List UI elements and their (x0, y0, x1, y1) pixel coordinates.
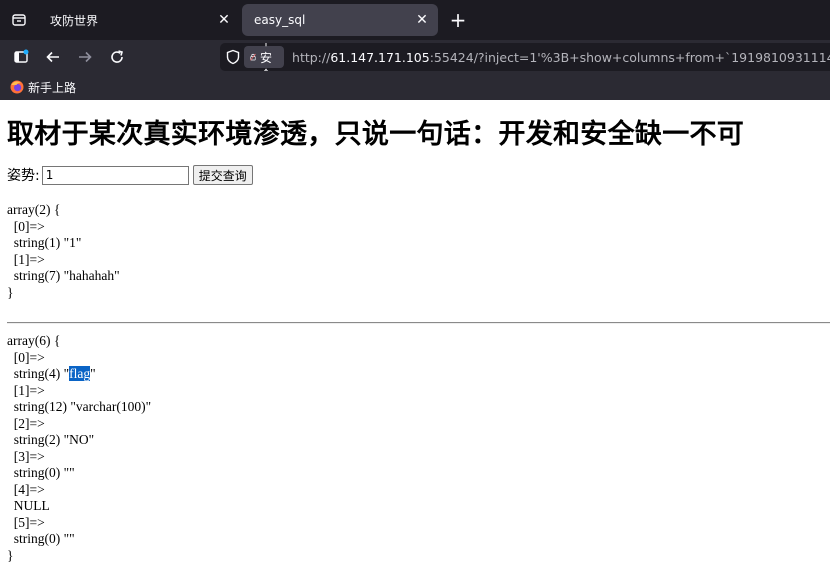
tab-list-button[interactable] (6, 7, 32, 33)
url-text[interactable]: http://61.147.171.105:55424/?inject=1'%3… (292, 50, 830, 65)
arrow-right-icon (79, 51, 92, 63)
dump-line: [1]=> (7, 382, 45, 398)
dump-line: string(12) "varchar(100)" (7, 399, 152, 414)
dump-line: [2]=> (7, 415, 45, 431)
dump-line: [0]=> (7, 349, 45, 365)
arrow-left-icon (46, 51, 59, 63)
url-host: 61.147.171.105 (330, 49, 430, 65)
dump-line: [0]=> (7, 218, 45, 234)
dump-line: string(0) "" (7, 531, 75, 546)
url-path: :55424/?inject=1'%3B+show+columns+from+`… (429, 49, 830, 65)
var-dump-result-1: array(2) { [0]=> string(1) "1" [1]=> str… (7, 202, 120, 301)
form-label: 姿势: (7, 168, 40, 184)
dump-line: string(1) "1" (7, 235, 82, 250)
insecure-lock-icon (250, 53, 256, 61)
page-content: 取材于某次真实环境渗透，只说一句话：开发和安全缺一不可 姿势: 提交查询 arr… (0, 100, 830, 576)
reload-icon (111, 50, 123, 63)
navigation-bar: 不安全 http://61.147.171.105:55424/?inject=… (0, 40, 830, 74)
close-tab-icon[interactable]: ✕ (214, 10, 234, 30)
tab-inactive[interactable]: 攻防世界 ✕ (38, 4, 240, 36)
url-prefix: http:// (292, 49, 331, 65)
selected-text-flag[interactable]: flag (69, 366, 91, 381)
dump-line: array(2) { (7, 202, 61, 217)
tab-active[interactable]: easy_sql ✕ (242, 4, 438, 36)
var-dump-result-2: array(6) { [0]=> string(4) "flag" [1]=> … (7, 333, 151, 564)
tab-title: 攻防世界 (50, 13, 99, 28)
dump-line: [1]=> (7, 251, 45, 267)
bookmark-getting-started[interactable]: 新手上路 (10, 78, 76, 96)
dump-line: string(7) "hahahah" (7, 268, 120, 283)
dump-line: string(0) "" (7, 465, 75, 480)
insecure-connection-indicator[interactable]: 不安全 (244, 43, 285, 71)
bookmark-label: 新手上路 (28, 80, 77, 95)
tab-title: easy_sql (254, 13, 306, 27)
submit-button[interactable]: 提交查询 (192, 165, 253, 185)
address-bar[interactable]: 不安全 http://61.147.171.105:55424/?inject=… (220, 43, 830, 71)
insecure-label: 不安全 (260, 43, 273, 71)
tab-bar: 攻防世界 ✕ easy_sql ✕ + (0, 0, 830, 40)
dump-line: [5]=> (7, 514, 45, 530)
inject-form: 姿势: 提交查询 (7, 164, 253, 186)
dump-line: string(2) "NO" (7, 432, 95, 447)
reload-button[interactable] (104, 44, 130, 70)
close-tab-icon[interactable]: ✕ (412, 10, 432, 30)
dump-line: } (7, 547, 14, 563)
back-button[interactable] (40, 44, 66, 70)
new-tab-plus-icon[interactable]: + (446, 8, 470, 32)
dump-line: [4]=> (7, 481, 45, 497)
inject-input[interactable] (41, 165, 189, 185)
sidebar-icon (14, 49, 29, 63)
dump-line: NULL (7, 498, 50, 513)
dump-line-suffix: " (90, 366, 96, 381)
page-title: 取材于某次真实环境渗透，只说一句话：开发和安全缺一不可 (7, 119, 745, 150)
tab-list-icon (12, 14, 26, 26)
bookmarks-toolbar: 新手上路 (0, 74, 830, 100)
dump-line: array(6) { (7, 333, 61, 348)
dump-line-prefix: string(4) " (7, 366, 70, 381)
tracking-protection-shield-icon[interactable] (226, 49, 240, 65)
dump-line: [3]=> (7, 448, 45, 464)
firefox-icon (10, 80, 24, 94)
dump-line: } (7, 284, 14, 300)
horizontal-divider (7, 322, 830, 324)
forward-button[interactable] (72, 44, 98, 70)
sidebar-toggle-button[interactable] (8, 44, 34, 70)
